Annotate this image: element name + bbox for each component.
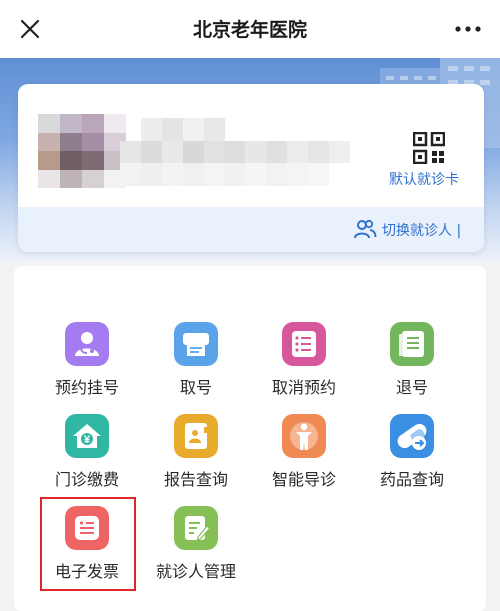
service-label: 报告查询 [163,470,228,489]
qr-code-icon[interactable] [413,132,445,164]
pill-icon [390,414,434,458]
list-cancel-icon [282,322,326,366]
service-refund[interactable]: 退号 [358,322,466,404]
service-label: 取消预约 [271,378,336,397]
service-label: 智能导诊 [271,470,336,489]
avatar [38,114,126,188]
body-guide-icon [282,414,326,458]
highlight-box [40,497,136,591]
service-label: 药品查询 [379,470,444,489]
service-drug-query[interactable]: 药品查询 [358,414,466,496]
service-report-query[interactable]: 报告查询 [142,414,250,496]
service-cancel-appointment[interactable]: 取消预约 [250,322,358,404]
service-label: 门诊缴费 [54,470,119,489]
default-card-link[interactable]: 默认就诊卡 [389,169,459,189]
service-get-number[interactable]: 取号 [142,322,250,404]
service-appointment[interactable]: 预约挂号 [33,322,141,404]
doctor-appointment-icon [65,322,109,366]
service-patient-management[interactable]: 就诊人管理 [142,506,250,588]
top-bar: 北京老年医院 [0,0,500,58]
switch-patient-button[interactable]: 切换就诊人 | [382,220,461,240]
service-outpatient-payment[interactable]: 门诊缴费 [33,414,141,496]
service-label: 退号 [395,378,428,397]
patient-edit-icon [174,506,218,550]
more-icon[interactable] [454,22,482,36]
service-label: 预约挂号 [54,378,119,397]
yuan-house-icon [65,414,109,458]
ticket-printer-icon [174,322,218,366]
patient-info-redacted [120,118,350,186]
patient-card: 默认就诊卡 切换就诊人 | [18,84,484,252]
service-label: 就诊人管理 [155,562,236,581]
page-title: 北京老年医院 [192,19,307,41]
users-icon[interactable] [353,217,377,241]
document-icon [390,322,434,366]
service-label: 取号 [179,378,212,397]
report-book-icon [174,414,218,458]
service-smart-guide[interactable]: 智能导诊 [250,414,358,496]
